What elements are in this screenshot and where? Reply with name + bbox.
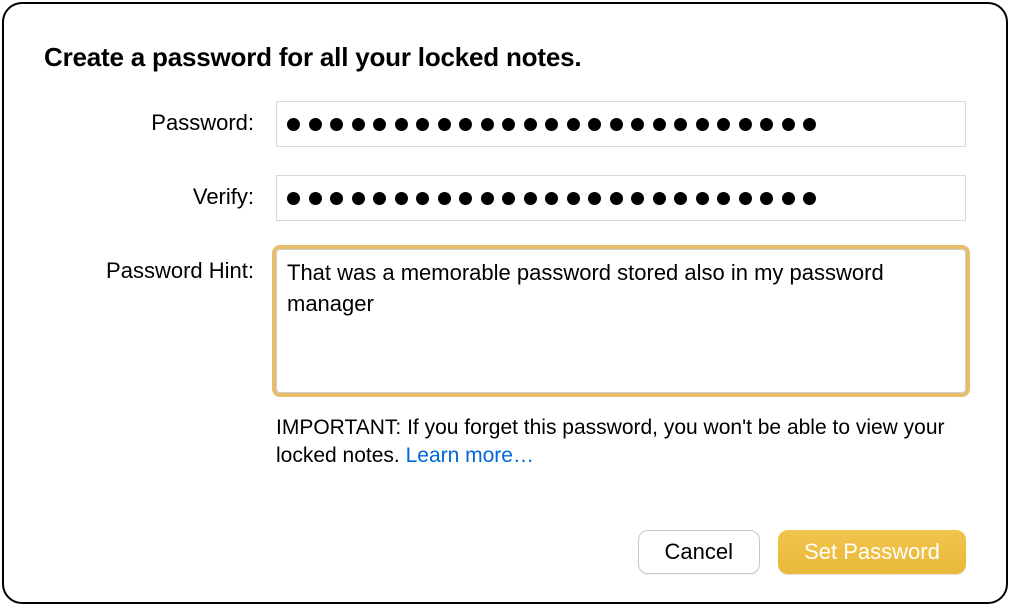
hint-field[interactable]	[276, 249, 966, 393]
password-input-wrap	[276, 101, 966, 147]
verify-label: Verify:	[44, 175, 276, 210]
hint-label: Password Hint:	[44, 249, 276, 284]
verify-field[interactable]	[276, 175, 966, 221]
set-password-button[interactable]: Set Password	[778, 530, 966, 574]
button-row: Cancel Set Password	[638, 530, 966, 574]
hint-row: Password Hint:	[44, 249, 966, 398]
verify-row: Verify:	[44, 175, 966, 221]
cancel-button[interactable]: Cancel	[638, 530, 760, 574]
dialog-title: Create a password for all your locked no…	[44, 42, 966, 73]
info-spacer	[44, 414, 276, 471]
password-dialog: Create a password for all your locked no…	[2, 2, 1008, 604]
password-field[interactable]	[276, 101, 966, 147]
info-row: IMPORTANT: If you forget this password, …	[44, 414, 966, 471]
verify-input-wrap	[276, 175, 966, 221]
password-row: Password:	[44, 101, 966, 147]
learn-more-link[interactable]: Learn more…	[406, 444, 534, 467]
password-label: Password:	[44, 101, 276, 136]
info-text-container: IMPORTANT: If you forget this password, …	[276, 414, 966, 471]
info-text: IMPORTANT: If you forget this password, …	[276, 416, 945, 467]
hint-input-wrap	[276, 249, 966, 398]
